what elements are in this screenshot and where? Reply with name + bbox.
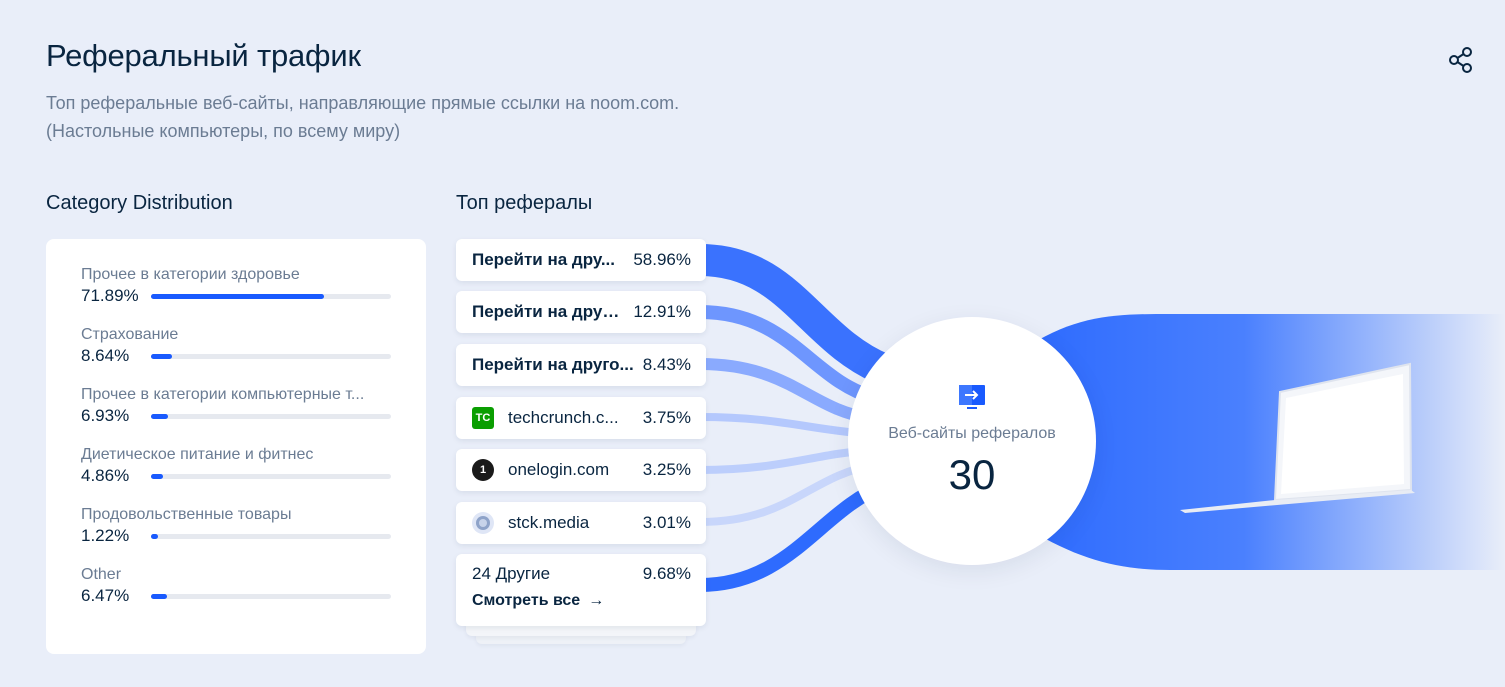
- referral-name: techcrunch.c...: [508, 408, 619, 427]
- category-bar: [151, 293, 391, 299]
- category-bar: [151, 533, 391, 539]
- flow-line: [700, 446, 871, 474]
- referral-percent: 12.91%: [633, 302, 691, 321]
- referral-percent: 8.43%: [642, 355, 691, 374]
- referral-name: Перейти на друго...: [472, 355, 634, 374]
- category-bar: [151, 413, 391, 419]
- category-name: Other: [81, 566, 122, 583]
- onelogin-favicon-icon: 1: [472, 459, 494, 481]
- category-item: Прочее в категории компьютерные т... 6.9…: [81, 385, 391, 427]
- summary-count: 30: [948, 451, 996, 498]
- category-bar: [151, 473, 391, 479]
- category-bar-fill: [151, 293, 324, 299]
- category-percent: 6.47%: [81, 586, 130, 605]
- referral-item[interactable]: stck.media 3.01%: [456, 502, 706, 544]
- category-bar-fill: [151, 353, 172, 359]
- referral-item[interactable]: Перейти на друго... 12.91%: [456, 291, 706, 333]
- subtitle-line-2: (Настольные компьютеры, по всему миру): [46, 121, 401, 141]
- category-item: Прочее в категории здоровье 71.89%: [81, 265, 391, 307]
- category-percent: 8.64%: [81, 346, 130, 365]
- category-name: Продовольственные товары: [81, 506, 292, 523]
- category-name: Прочее в категории компьютерные т...: [81, 386, 365, 403]
- category-item: Продовольственные товары 1.22%: [81, 505, 391, 547]
- category-bar: [151, 353, 391, 359]
- referral-item[interactable]: TC techcrunch.c... 3.75%: [456, 397, 706, 439]
- category-percent: 71.89%: [81, 286, 139, 305]
- globe-icon: [472, 512, 494, 534]
- referral-item[interactable]: Перейти на дру... 58.96%: [456, 239, 706, 281]
- category-name: Диетическое питание и фитнес: [81, 446, 314, 463]
- category-percent: 1.22%: [81, 526, 130, 545]
- referral-percent: 3.01%: [642, 513, 691, 532]
- referral-name: Перейти на друго...: [472, 302, 626, 321]
- category-item: Страхование 8.64%: [81, 325, 391, 367]
- category-name: Прочее в категории здоровье: [81, 266, 300, 283]
- referral-item[interactable]: Перейти на друго... 8.43%: [456, 344, 706, 386]
- category-bar-fill: [151, 593, 167, 599]
- others-card: 24 Другие 9.68% Смотреть все →: [456, 554, 706, 626]
- referral-name: Перейти на дру...: [472, 250, 615, 269]
- referral-sites-summary: Веб-сайты рефералов 30: [848, 317, 1096, 565]
- category-bar-fill: [151, 413, 168, 419]
- see-all-link[interactable]: Смотреть все →: [472, 592, 604, 610]
- category-name: Страхование: [81, 326, 179, 343]
- category-item: Диетическое питание и фитнес 4.86%: [81, 445, 391, 487]
- page-subtitle: Топ реферальные веб-сайты, направляющие …: [46, 89, 679, 145]
- top-referrals-title: Топ рефералы: [456, 192, 593, 214]
- category-percent: 6.93%: [81, 406, 130, 425]
- share-icon[interactable]: [1446, 45, 1476, 75]
- subtitle-line-1: Топ реферальные веб-сайты, направляющие …: [46, 93, 680, 113]
- referral-percent: 3.25%: [642, 460, 691, 479]
- referral-name: onelogin.com: [508, 460, 610, 479]
- page-title: Реферальный трафик: [46, 38, 361, 73]
- monitor-arrow-icon: [957, 383, 987, 418]
- laptop-icon: [1180, 362, 1415, 513]
- category-percent: 4.86%: [81, 466, 130, 485]
- techcrunch-favicon-icon: TC: [472, 407, 494, 429]
- category-bar-fill: [151, 533, 159, 539]
- category-item: Other 6.47%: [81, 565, 391, 607]
- referral-name: stck.media: [508, 513, 590, 532]
- category-distribution-title: Category Distribution: [46, 192, 233, 214]
- referral-percent: 3.75%: [642, 408, 691, 427]
- category-bar-fill: [151, 473, 163, 479]
- others-percent: 9.68%: [642, 564, 691, 583]
- see-all-label: Смотреть все: [472, 592, 581, 609]
- others-label: 24 Другие: [472, 564, 551, 583]
- referral-item[interactable]: 1 onelogin.com 3.25%: [456, 449, 706, 491]
- arrow-right-icon: →: [588, 592, 605, 609]
- summary-label: Веб-сайты рефералов: [888, 425, 1056, 442]
- category-distribution-card: Прочее в категории здоровье 71.89% Страх…: [46, 239, 426, 654]
- category-bar: [151, 593, 391, 599]
- referral-percent: 58.96%: [633, 250, 691, 269]
- flow-line: [700, 413, 871, 438]
